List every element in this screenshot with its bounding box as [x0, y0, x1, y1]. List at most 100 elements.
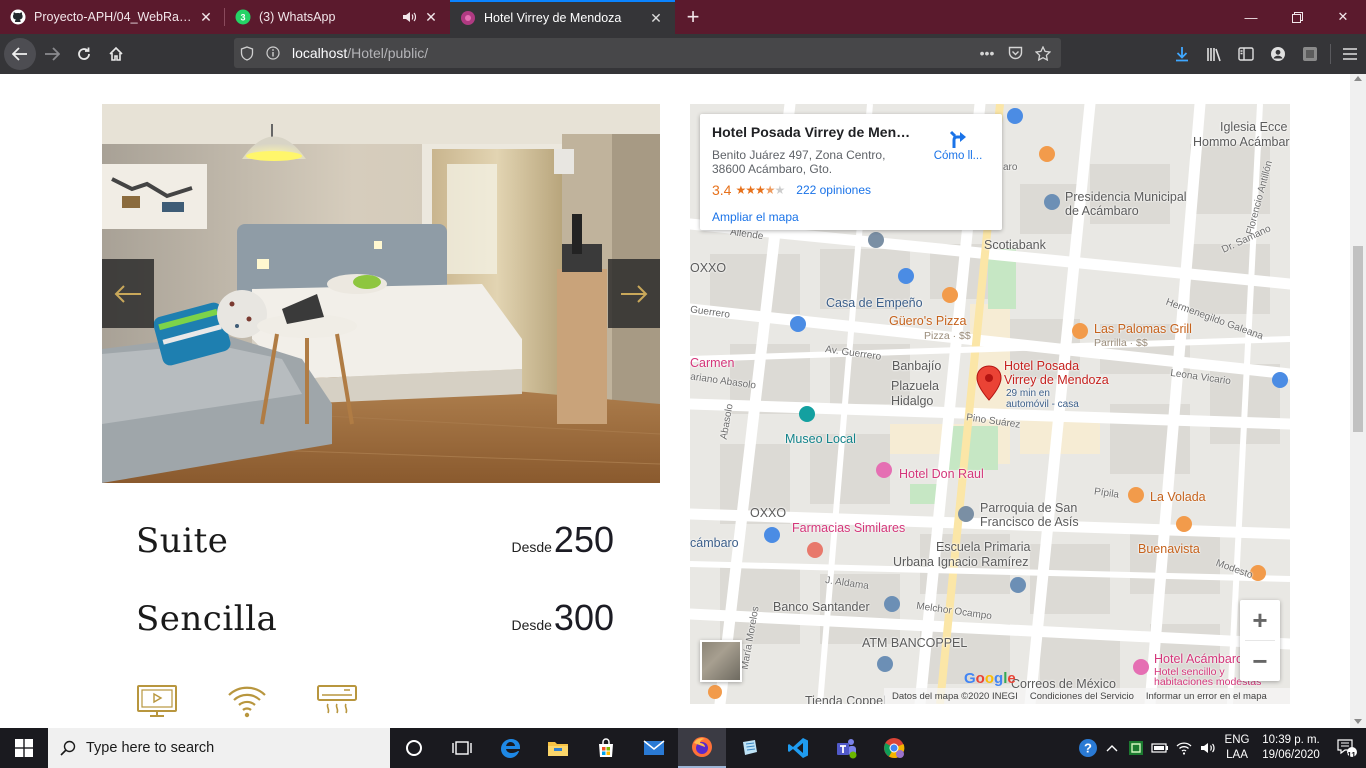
place-address: Benito Juárez 497, Zona Centro, 38600 Ac… — [712, 148, 912, 176]
sidebar-icon[interactable] — [1230, 38, 1262, 70]
notes-app-icon[interactable] — [726, 728, 774, 768]
arrow-left-icon — [114, 284, 141, 303]
page-scrollbar[interactable] — [1350, 74, 1366, 728]
map-embed[interactable]: Iglesia Ecce Hommo Acámbaro aro Presiden… — [690, 104, 1290, 704]
close-icon[interactable]: ✕ — [647, 9, 665, 27]
chevron-up-icon[interactable] — [1100, 728, 1124, 768]
scroll-up-icon[interactable] — [1354, 76, 1362, 81]
menu-icon[interactable] — [1334, 38, 1366, 70]
speaker-icon[interactable] — [400, 8, 418, 26]
cortana-icon[interactable] — [390, 728, 438, 768]
tab-strip: Proyecto-APH/04_WebRabbit a ✕ 3 (3) What… — [0, 0, 1366, 34]
restore-icon[interactable] — [1274, 0, 1320, 34]
tab-hotel[interactable]: Hotel Virrey de Mendoza ✕ — [450, 0, 675, 34]
tab-github[interactable]: Proyecto-APH/04_WebRabbit a ✕ — [0, 0, 225, 34]
address-line: Benito Juárez 497, Zona Centro, — [712, 148, 886, 162]
store-icon[interactable] — [582, 728, 630, 768]
reload-button[interactable] — [68, 38, 100, 70]
input-language[interactable]: ENG LAA — [1220, 733, 1254, 763]
help-icon[interactable]: ? — [1076, 728, 1100, 768]
carousel-next-button[interactable] — [608, 259, 660, 328]
teams-icon[interactable] — [822, 728, 870, 768]
rating-score: 3.4 — [712, 182, 732, 198]
scroll-down-icon[interactable] — [1354, 719, 1362, 724]
close-icon[interactable]: ✕ — [197, 8, 215, 26]
price-prefix: Desde — [511, 617, 552, 633]
search-icon — [60, 740, 76, 756]
page-actions-icon[interactable]: ••• — [975, 45, 999, 61]
search-placeholder: Type here to search — [86, 740, 215, 756]
satellite-toggle[interactable] — [700, 640, 742, 682]
map-label: Parrilla · $$ — [1094, 337, 1148, 349]
downloads-icon[interactable] — [1166, 38, 1198, 70]
scrollbar-thumb[interactable] — [1353, 246, 1363, 432]
back-arrow-icon — [12, 47, 27, 61]
info-icon[interactable] — [260, 46, 286, 60]
address-bar[interactable]: localhost/Hotel/public/ ••• — [234, 38, 1061, 68]
keyboard-layout: LAA — [1226, 749, 1248, 761]
reviews-link[interactable]: 222 opiniones — [796, 183, 871, 197]
vscode-icon[interactable] — [774, 728, 822, 768]
nvidia-icon[interactable] — [1124, 728, 1148, 768]
directions-icon — [949, 130, 966, 148]
firefox-icon[interactable] — [678, 728, 726, 768]
task-view-icon[interactable] — [438, 728, 486, 768]
windows-logo-icon — [15, 739, 33, 757]
zoom-out-button[interactable]: − — [1240, 641, 1280, 681]
close-window-icon[interactable]: ✕ — [1320, 0, 1366, 34]
zoom-in-button[interactable]: + — [1240, 600, 1280, 640]
amenities — [136, 683, 358, 719]
reload-icon — [78, 47, 90, 60]
back-button[interactable] — [4, 38, 36, 70]
map-label: Tienda Coppel — [805, 694, 886, 704]
place-title[interactable]: Hotel Posada Virrey de Mendo... — [712, 124, 917, 140]
room-row-suite: Suite Desde 250 — [136, 519, 614, 561]
terms-link[interactable]: Condiciones del Servicio — [1030, 691, 1134, 702]
enlarge-map-link[interactable]: Ampliar el mapa — [712, 210, 990, 224]
map-data-attribution: Datos del mapa ©2020 INEGI — [892, 690, 1018, 702]
window-controls: — ✕ — [1228, 0, 1366, 34]
place-rating: 3.4 ★★★★★ 222 opiniones — [712, 182, 990, 198]
url-text[interactable]: localhost/Hotel/public/ — [292, 45, 428, 61]
volume-icon[interactable] — [1196, 728, 1220, 768]
minimize-icon[interactable]: — — [1228, 0, 1274, 34]
carousel-prev-button[interactable] — [102, 259, 154, 328]
map-footer: Datos del mapa ©2020 INEGI Condiciones d… — [884, 688, 1290, 704]
map-label: Buenavista — [1138, 542, 1200, 556]
file-explorer-icon[interactable] — [534, 728, 582, 768]
chrome-icon[interactable] — [870, 728, 918, 768]
svg-text:3: 3 — [240, 13, 245, 23]
close-icon[interactable]: ✕ — [422, 8, 440, 26]
directions-button[interactable]: Cómo ll... — [928, 128, 988, 162]
forward-button[interactable] — [36, 38, 68, 70]
clock[interactable]: 10:39 p. m. 19/06/2020 — [1254, 733, 1328, 763]
battery-icon[interactable] — [1148, 728, 1172, 768]
map-label: Hotel Acámbaro — [1154, 652, 1243, 666]
report-error-link[interactable]: Informar un error en el mapa — [1146, 691, 1267, 702]
tab-title: Hotel Virrey de Mendoza — [484, 11, 622, 25]
taskbar-search[interactable]: Type here to search — [48, 728, 390, 768]
tab-whatsapp[interactable]: 3 (3) WhatsApp ✕ — [225, 0, 450, 34]
shield-icon[interactable] — [234, 45, 260, 61]
hotel-location-pin — [976, 365, 1002, 401]
room-photo — [102, 104, 660, 483]
new-tab-button[interactable]: + — [675, 0, 711, 34]
edge-icon[interactable] — [486, 728, 534, 768]
pocket-icon[interactable] — [1003, 46, 1027, 60]
bookmark-star-icon[interactable] — [1031, 45, 1055, 61]
mail-icon[interactable] — [630, 728, 678, 768]
action-center-button[interactable]: 11 — [1328, 728, 1366, 768]
page-viewport: Suite Desde 250 Sencilla Desde 300 Igles… — [0, 74, 1350, 728]
account-icon[interactable] — [1262, 38, 1294, 70]
start-button[interactable] — [0, 728, 48, 768]
map-label: Hotel Posada — [1004, 359, 1080, 373]
google-logo: Google — [964, 670, 1016, 687]
wifi-tray-icon[interactable] — [1172, 728, 1196, 768]
map-label: Carmen — [690, 356, 735, 370]
toolbar-right — [1166, 34, 1366, 74]
map-label: Urbana Ignacio Ramírez — [893, 555, 1029, 569]
library-icon[interactable] — [1198, 38, 1230, 70]
extension-icon[interactable] — [1294, 38, 1326, 70]
map-label: automóvil - casa — [1006, 399, 1079, 410]
home-button[interactable] — [100, 38, 132, 70]
